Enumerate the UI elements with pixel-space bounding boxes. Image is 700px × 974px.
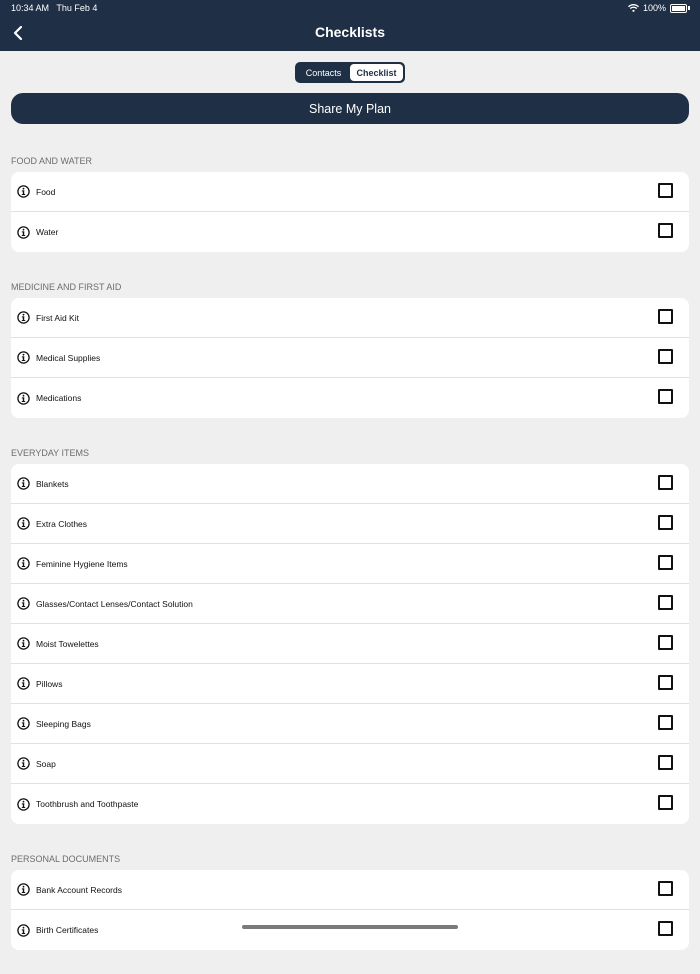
info-icon[interactable] <box>17 557 30 570</box>
item-checkbox[interactable] <box>658 475 673 490</box>
item-checkbox[interactable] <box>658 595 673 610</box>
nav-bar: 10:34 AM Thu Feb 4 100% Checklists <box>0 0 700 51</box>
section-group: Food Water <box>11 172 689 252</box>
item-label: Pillows <box>36 678 63 689</box>
checklist-row: Soap <box>11 744 689 784</box>
checklist-row: Bank Account Records <box>11 870 689 910</box>
wifi-icon <box>628 4 639 12</box>
checklist-content: FOOD AND WATER Food Water MEDICINE AND FIRS… <box>0 150 700 974</box>
checklist-row: Medications <box>11 378 689 418</box>
item-label: Feminine Hygiene Items <box>36 558 128 569</box>
battery-tip <box>688 6 690 10</box>
status-date-text: Thu Feb 4 <box>56 3 98 13</box>
item-checkbox[interactable] <box>658 309 673 324</box>
item-checkbox[interactable] <box>658 515 673 530</box>
item-checkbox[interactable] <box>658 349 673 364</box>
info-icon[interactable] <box>17 311 30 324</box>
info-icon[interactable] <box>17 477 30 490</box>
item-label: Sleeping Bags <box>36 718 91 729</box>
info-icon[interactable] <box>17 757 30 770</box>
segmented-control: Contacts Checklist <box>295 62 405 83</box>
section-group: Blankets Extra Clothes Feminine Hygiene It… <box>11 464 689 824</box>
tab-contacts[interactable]: Contacts <box>297 64 350 81</box>
checklist-row: Food <box>11 172 689 212</box>
item-checkbox[interactable] <box>658 183 673 198</box>
item-checkbox[interactable] <box>658 555 673 570</box>
item-label: Glasses/Contact Lenses/Contact Solution <box>36 598 193 609</box>
info-icon[interactable] <box>17 225 30 239</box>
checklist-row: Birth Certificates <box>11 910 689 950</box>
item-label: Blankets <box>36 478 69 489</box>
page-title: Checklists <box>314 24 386 40</box>
info-icon[interactable] <box>17 717 30 730</box>
info-icon[interactable] <box>17 391 30 405</box>
item-checkbox[interactable] <box>658 675 673 690</box>
status-time-text: 10:34 AM <box>11 3 50 13</box>
status-time: 10:34 AM Thu Feb 4 <box>11 3 97 13</box>
item-label: Soap <box>36 758 56 769</box>
item-checkbox[interactable] <box>658 389 673 404</box>
checklist-row: Feminine Hygiene Items <box>11 544 689 584</box>
info-icon[interactable] <box>17 797 30 811</box>
status-indicators: 100% <box>628 3 690 13</box>
item-checkbox[interactable] <box>658 635 673 650</box>
info-icon[interactable] <box>17 351 30 364</box>
item-label: Water <box>36 227 59 237</box>
checklist-row: First Aid Kit <box>11 298 689 338</box>
item-checkbox[interactable] <box>658 223 673 238</box>
tab-checklist[interactable]: Checklist <box>350 64 403 81</box>
checklist-section: PERSONAL DOCUMENTS Bank Account Records Bi… <box>0 848 700 950</box>
checklist-row: Moist Towelettes <box>11 624 689 664</box>
item-label: Bank Account Records <box>36 884 122 895</box>
item-label: Medical Supplies <box>36 352 101 363</box>
checklist-row: Blankets <box>11 464 689 504</box>
item-label: Moist Towelettes <box>36 638 99 649</box>
info-icon[interactable] <box>17 883 30 896</box>
section-header: MEDICINE AND FIRST AID <box>11 282 122 292</box>
section-header: EVERYDAY ITEMS <box>11 448 90 458</box>
info-icon[interactable] <box>17 637 30 650</box>
item-checkbox[interactable] <box>658 715 673 730</box>
battery-icon <box>670 3 687 13</box>
checklist-section: MEDICINE AND FIRST AID First Aid Kit Medic… <box>0 276 700 418</box>
home-indicator <box>242 925 458 929</box>
info-icon[interactable] <box>17 185 30 198</box>
checklist-row: Medical Supplies <box>11 338 689 378</box>
info-icon[interactable] <box>17 923 30 937</box>
info-icon[interactable] <box>17 517 30 530</box>
checklist-section: EVERYDAY ITEMS Blankets Extra Clothes Femin… <box>0 442 700 824</box>
checklist-row: Extra Clothes <box>11 504 689 544</box>
checklist-section: FOOD AND WATER Food Water <box>0 150 700 252</box>
info-icon[interactable] <box>17 677 30 690</box>
item-label: Food <box>36 186 56 197</box>
item-label: First Aid Kit <box>36 312 79 323</box>
item-label: Extra Clothes <box>36 518 88 529</box>
item-checkbox[interactable] <box>658 755 673 770</box>
checklist-row: Sleeping Bags <box>11 704 689 744</box>
checklist-row: Toothbrush and Toothpaste <box>11 784 689 824</box>
battery-percent: 100% <box>642 3 666 13</box>
item-label: Medications <box>36 393 82 403</box>
section-group: First Aid Kit Medical Supplies Medications <box>11 298 689 418</box>
section-header: PERSONAL DOCUMENTS <box>11 854 121 864</box>
section-header: FOOD AND WATER <box>11 156 92 166</box>
item-label: Toothbrush and Toothpaste <box>36 799 139 809</box>
checklist-row: Water <box>11 212 689 252</box>
item-checkbox[interactable] <box>658 881 673 896</box>
checklist-row: Pillows <box>11 664 689 704</box>
info-icon[interactable] <box>17 597 30 610</box>
share-my-plan-button[interactable]: Share My Plan <box>11 93 689 124</box>
checklist-row: Glasses/Contact Lenses/Contact Solution <box>11 584 689 624</box>
item-checkbox[interactable] <box>658 795 673 810</box>
section-group: Bank Account Records Birth Certificates <box>11 870 689 950</box>
